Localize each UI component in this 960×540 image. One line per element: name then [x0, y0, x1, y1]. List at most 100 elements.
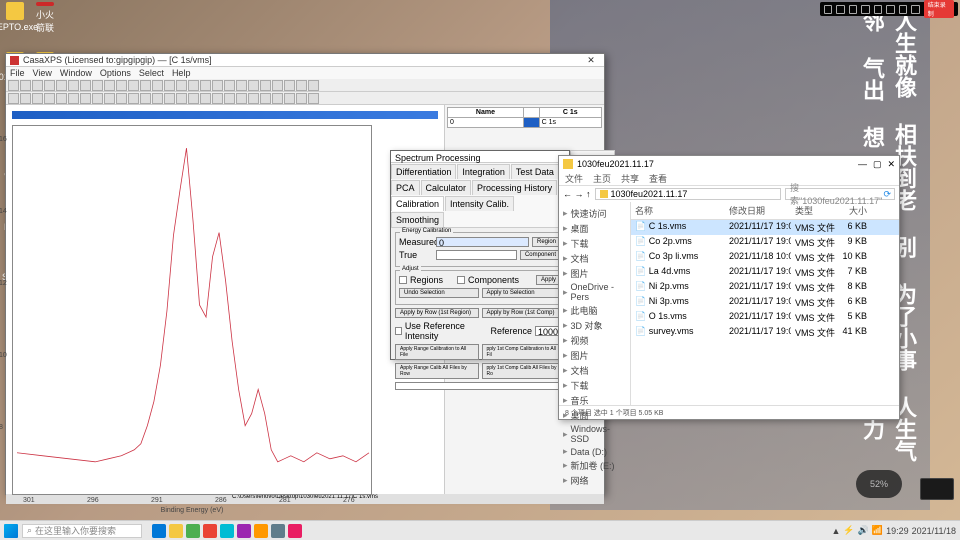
address-bar[interactable]: 1030feu2021.11.17: [595, 188, 781, 200]
close-icon[interactable]: ✕: [582, 55, 600, 66]
toolbar-button[interactable]: [296, 93, 307, 104]
tree-item[interactable]: ▸快速访问: [561, 206, 628, 221]
col-name[interactable]: 名称: [631, 204, 725, 217]
battery-widget[interactable]: 52%: [856, 470, 902, 498]
toolbar-button[interactable]: [164, 80, 175, 91]
toolbar-button[interactable]: [128, 80, 139, 91]
app-icon[interactable]: [186, 524, 200, 538]
tray-icon[interactable]: 🔊: [858, 525, 869, 536]
toolbar-button[interactable]: [152, 93, 163, 104]
app-icon[interactable]: [288, 524, 302, 538]
file-row[interactable]: 📄 survey.vms2021/11/17 19:08VMS 文件41 KB: [631, 325, 899, 340]
apply-1st-comp-calib-button[interactable]: pply 1st Comp Calib All Files by Ro: [482, 363, 566, 379]
toolbar-button[interactable]: [68, 80, 79, 91]
apply-by-row-comp-button[interactable]: Apply by Row (1st Comp): [482, 308, 566, 318]
toolbar-button[interactable]: [8, 93, 19, 104]
dialog-tab[interactable]: Calculator: [421, 180, 472, 195]
toolbar-button[interactable]: [128, 93, 139, 104]
app-icon[interactable]: [203, 524, 217, 538]
tray-icon[interactable]: ▲: [832, 526, 841, 536]
dialog-tab[interactable]: Calibration: [391, 196, 444, 211]
dialog-titlebar[interactable]: Spectrum Processing ✕: [391, 151, 569, 163]
app-icon[interactable]: [237, 524, 251, 538]
desktop-icon[interactable]: LEPTO.exe: [2, 2, 28, 34]
start-button[interactable]: [4, 524, 18, 538]
system-tray[interactable]: ▲ ⚡ 🔊 📶 19:29 2021/11/18: [832, 525, 957, 536]
tree-item[interactable]: ▸OneDrive - Pers: [561, 281, 628, 303]
nav-tree[interactable]: ▸快速访问▸桌面▸下载▸文档▸图片▸OneDrive - Pers▸此电脑▸3D…: [559, 202, 631, 405]
dialog-tab[interactable]: Intensity Calib.: [445, 196, 514, 211]
tree-item[interactable]: ▸下载: [561, 236, 628, 251]
toolbar-button[interactable]: [20, 80, 31, 91]
tree-item[interactable]: ▸桌面: [561, 221, 628, 236]
tool-icon[interactable]: [874, 5, 882, 14]
toolbar-button[interactable]: [32, 93, 43, 104]
taskbar-search[interactable]: ⌕ 在这里输入你要搜索: [22, 524, 142, 538]
menu-item[interactable]: Options: [100, 68, 131, 78]
file-row[interactable]: 📄 Co 3p li.vms2021/11/18 10:08VMS 文件10 K…: [631, 250, 899, 265]
toolbar-button[interactable]: [248, 93, 259, 104]
toolbar-button[interactable]: [284, 80, 295, 91]
file-row[interactable]: 📄 O 1s.vms2021/11/17 19:09VMS 文件5 KB: [631, 310, 899, 325]
element-table[interactable]: NameC 1s 0C 1s: [447, 107, 602, 128]
toolbar-button[interactable]: [140, 93, 151, 104]
dialog-tab[interactable]: Test Data: [511, 164, 559, 179]
th-name[interactable]: Name: [448, 108, 524, 118]
toolbar-button[interactable]: [20, 93, 31, 104]
menu-item[interactable]: Select: [139, 68, 164, 78]
file-row[interactable]: 📄 Ni 3p.vms2021/11/17 19:09VMS 文件6 KB: [631, 295, 899, 310]
toolbar-button[interactable]: [212, 93, 223, 104]
toolbar-button[interactable]: [152, 80, 163, 91]
file-list[interactable]: 名称 修改日期 类型 大小 📄 C 1s.vms2021/11/17 19:09…: [631, 202, 899, 405]
tree-item[interactable]: ▸Windows-SSD: [561, 423, 628, 445]
toolbar-button[interactable]: [80, 80, 91, 91]
tree-item[interactable]: ▸此电脑: [561, 303, 628, 318]
toolbar-button[interactable]: [260, 80, 271, 91]
menu-item[interactable]: View: [33, 68, 52, 78]
tray-icon[interactable]: ⚡: [843, 525, 854, 536]
dialog-tab[interactable]: Differentiation: [391, 164, 456, 179]
file-row[interactable]: 📄 Ni 2p.vms2021/11/17 19:09VMS 文件8 KB: [631, 280, 899, 295]
toolbar-button[interactable]: [116, 80, 127, 91]
toolbar-button[interactable]: [68, 93, 79, 104]
close-icon[interactable]: ✕: [887, 159, 895, 170]
tree-item[interactable]: ▸下载: [561, 378, 628, 393]
explorer-titlebar[interactable]: 1030feu2021.11.17 — ▢ ✕: [559, 156, 899, 172]
clock-date[interactable]: 2021/11/18: [912, 526, 956, 536]
spectrum-chart[interactable]: Binding Energy (eV) 16141210830129629128…: [12, 125, 372, 495]
toolbar-button[interactable]: [200, 80, 211, 91]
toolbar-button[interactable]: [272, 80, 283, 91]
tree-item[interactable]: ▸图片: [561, 348, 628, 363]
tree-item[interactable]: ▸网络: [561, 473, 628, 488]
use-reference-checkbox[interactable]: [395, 327, 402, 335]
tool-icon[interactable]: [899, 5, 907, 14]
toolbar-button[interactable]: [8, 80, 19, 91]
file-row[interactable]: 📄 C 1s.vms2021/11/17 19:09VMS 文件6 KB: [631, 220, 899, 235]
tool-icon[interactable]: [836, 5, 844, 14]
ribbon-tab[interactable]: 文件: [565, 172, 583, 185]
toolbar-button[interactable]: [224, 80, 235, 91]
app-icon[interactable]: [152, 524, 166, 538]
toolbar-button[interactable]: [236, 93, 247, 104]
window-titlebar[interactable]: CasaXPS (Licensed to:gipgipgip) — [C 1s/…: [6, 54, 604, 67]
regions-checkbox[interactable]: [399, 276, 407, 284]
toolbar-button[interactable]: [272, 93, 283, 104]
dialog-tab[interactable]: Integration: [457, 164, 510, 179]
tool-icon[interactable]: [911, 5, 919, 14]
toolbar-button[interactable]: [92, 80, 103, 91]
toolbar-button[interactable]: [164, 93, 175, 104]
app-icon[interactable]: [220, 524, 234, 538]
toolbar-button[interactable]: [284, 93, 295, 104]
toolbar-button[interactable]: [56, 93, 67, 104]
toolbar-button[interactable]: [248, 80, 259, 91]
apply-by-row-region-button[interactable]: Apply by Row (1st Region): [395, 308, 479, 318]
tray-icon[interactable]: 📶: [872, 525, 883, 536]
toolbar-button[interactable]: [176, 93, 187, 104]
file-row[interactable]: 📄 Co 2p.vms2021/11/17 19:09VMS 文件9 KB: [631, 235, 899, 250]
toolbar-button[interactable]: [308, 93, 319, 104]
tree-item[interactable]: ▸文档: [561, 363, 628, 378]
toolbar-button[interactable]: [104, 80, 115, 91]
ribbon-tab[interactable]: 共享: [621, 172, 639, 185]
toolbar-button[interactable]: [296, 80, 307, 91]
toolbar-button[interactable]: [188, 80, 199, 91]
